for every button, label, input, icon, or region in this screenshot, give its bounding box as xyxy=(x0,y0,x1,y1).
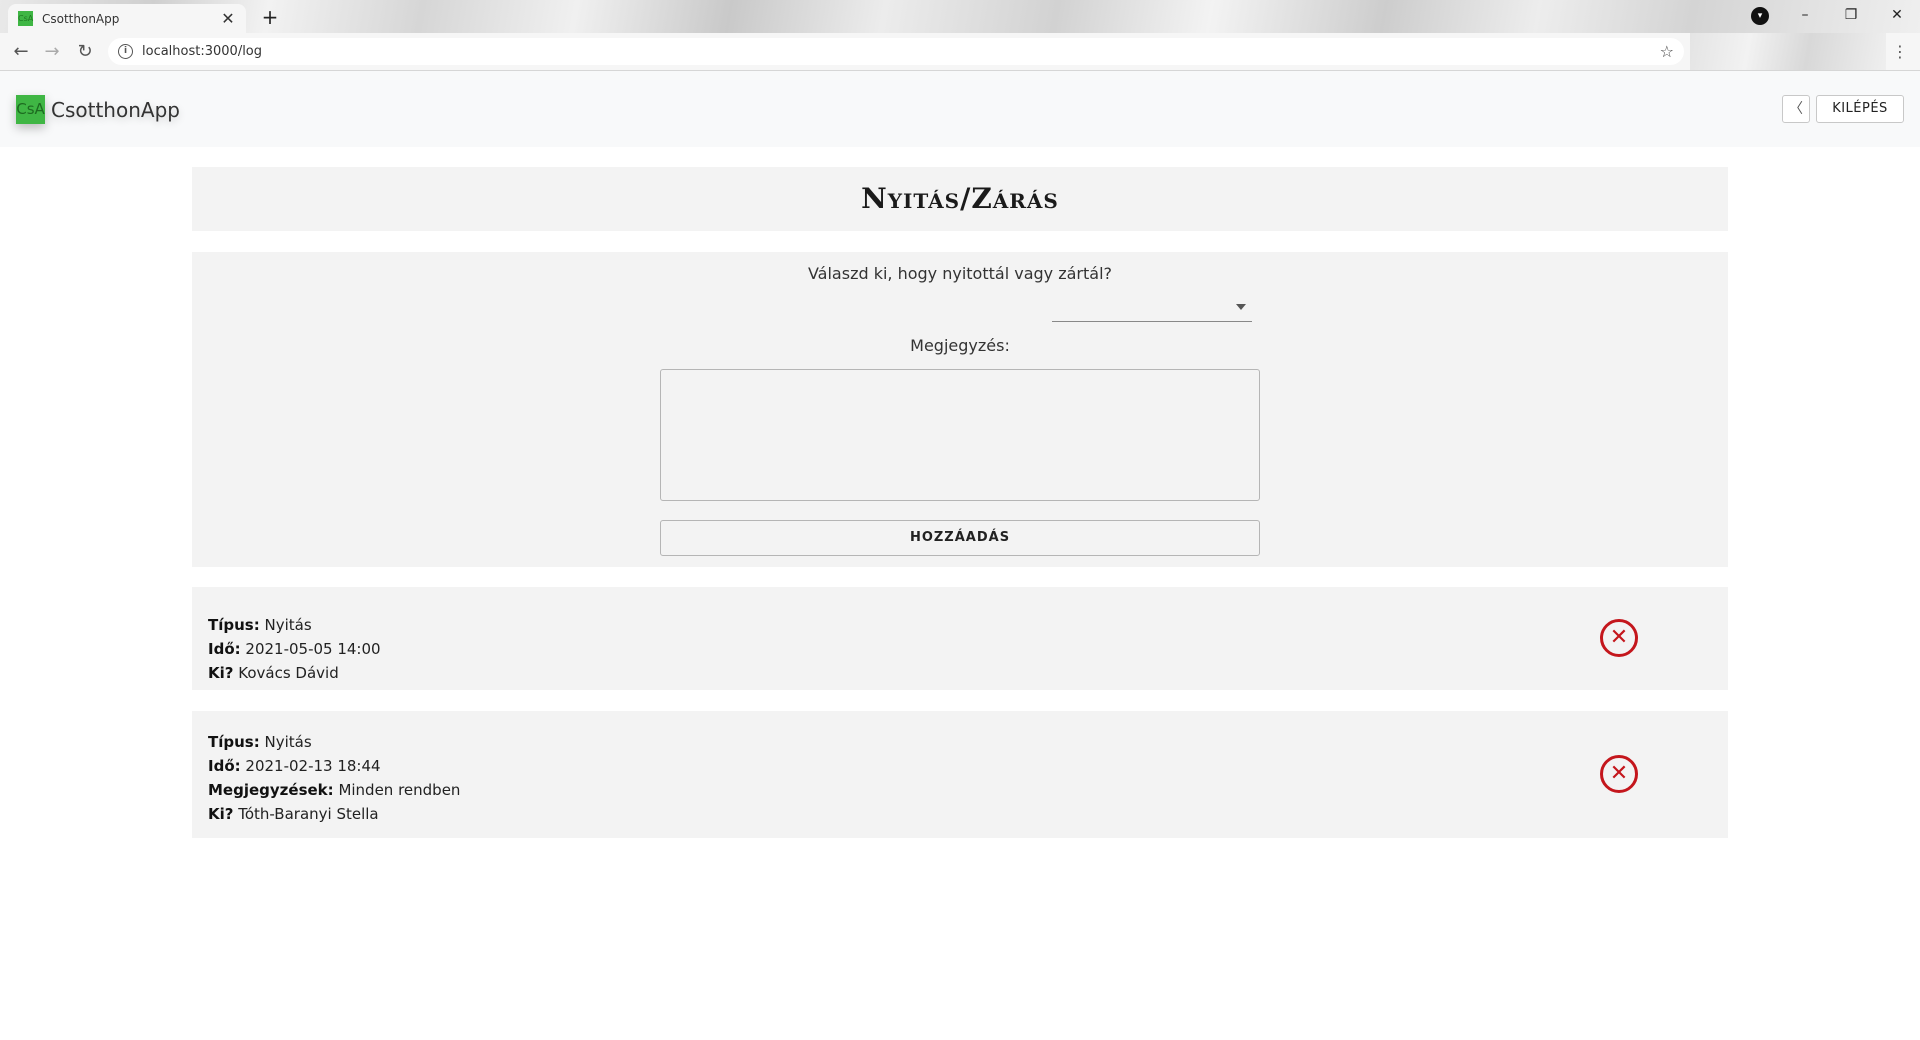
star-icon[interactable]: ☆ xyxy=(1660,38,1674,65)
browser-toolbar: ← → ↻ i localhost:3000/log ☆ ⋮ xyxy=(0,33,1920,71)
favicon-icon: CsA xyxy=(18,11,33,26)
reload-icon[interactable]: ↻ xyxy=(73,40,97,64)
menu-icon[interactable]: ⋮ xyxy=(1892,40,1908,64)
entry-who: Ki? Tóth-Baranyi Stella xyxy=(208,802,1728,826)
time-value: 2021-02-13 18:44 xyxy=(245,757,381,775)
delete-icon[interactable]: ✕ xyxy=(1600,619,1638,657)
entry-time: Idő: 2021-02-13 18:44 xyxy=(208,754,1728,778)
add-button[interactable]: HOZZÁADÁS xyxy=(660,520,1260,556)
time-label: Idő: xyxy=(208,757,241,775)
profile-icon[interactable]: ▾ xyxy=(1751,7,1769,25)
type-value: Nyitás xyxy=(264,733,312,751)
minimize-icon[interactable]: – xyxy=(1784,0,1826,30)
time-label: Idő: xyxy=(208,640,241,658)
app-header: CsA CsotthonApp 〈 KILÉPÉS xyxy=(0,71,1920,147)
new-tab-plus-icon[interactable]: + xyxy=(256,5,284,29)
log-form: Válaszd ki, hogy nyitottál vagy zártál? … xyxy=(192,252,1728,567)
logout-button[interactable]: KILÉPÉS xyxy=(1816,95,1904,123)
note-textarea[interactable] xyxy=(660,369,1260,501)
browser-tab-strip: CsA CsotthonApp ✕ + ▾ – ❐ ✕ xyxy=(0,0,1920,33)
tab-title: CsotthonApp xyxy=(42,11,120,26)
logo-icon: CsA xyxy=(16,95,45,124)
entry-type: Típus: Nyitás xyxy=(208,613,1728,637)
who-value: Kovács Dávid xyxy=(238,664,339,682)
who-value: Tóth-Baranyi Stella xyxy=(238,805,379,823)
note-label: Megjegyzés: xyxy=(910,336,1010,355)
entry-type: Típus: Nyitás xyxy=(208,730,1728,754)
close-window-icon[interactable]: ✕ xyxy=(1876,0,1918,30)
log-entry: Típus: Nyitás Idő: 2021-05-05 14:00 Ki? … xyxy=(192,587,1728,690)
brand[interactable]: CsA CsotthonApp xyxy=(16,95,180,124)
forward-arrow-icon[interactable]: → xyxy=(40,40,64,64)
entry-time: Idő: 2021-05-05 14:00 xyxy=(208,637,1728,661)
notes-label: Megjegyzések: xyxy=(208,781,334,799)
close-tab-icon[interactable]: ✕ xyxy=(220,9,236,28)
app-name: CsotthonApp xyxy=(51,97,180,122)
delete-icon[interactable]: ✕ xyxy=(1600,755,1638,793)
page-title: Nyitás/Zárás xyxy=(861,182,1059,215)
notes-value: Minden rendben xyxy=(338,781,461,799)
who-label: Ki? xyxy=(208,664,234,682)
entry-notes: Megjegyzések: Minden rendben xyxy=(208,778,1728,802)
back-arrow-icon[interactable]: ← xyxy=(9,40,33,64)
type-label: Típus: xyxy=(208,616,260,634)
url-text[interactable]: localhost:3000/log xyxy=(142,38,262,65)
maximize-icon[interactable]: ❐ xyxy=(1830,0,1872,30)
dropdown-arrow-icon[interactable] xyxy=(1236,304,1246,310)
type-value: Nyitás xyxy=(264,616,312,634)
form-question: Válaszd ki, hogy nyitottál vagy zártál? xyxy=(807,264,1113,283)
who-label: Ki? xyxy=(208,805,234,823)
entry-who: Ki? Kovács Dávid xyxy=(208,661,1728,685)
open-close-select[interactable] xyxy=(1052,294,1252,322)
toolbar-background xyxy=(1690,33,1886,70)
collapse-button[interactable]: 〈 xyxy=(1782,95,1810,123)
title-panel: Nyitás/Zárás xyxy=(192,167,1728,231)
address-bar[interactable]: i localhost:3000/log ☆ xyxy=(108,38,1684,65)
browser-tab[interactable]: CsA CsotthonApp ✕ xyxy=(8,4,246,33)
time-value: 2021-05-05 14:00 xyxy=(245,640,381,658)
info-icon[interactable]: i xyxy=(118,44,133,59)
log-entry: Típus: Nyitás Idő: 2021-02-13 18:44 Megj… xyxy=(192,711,1728,838)
type-label: Típus: xyxy=(208,733,260,751)
